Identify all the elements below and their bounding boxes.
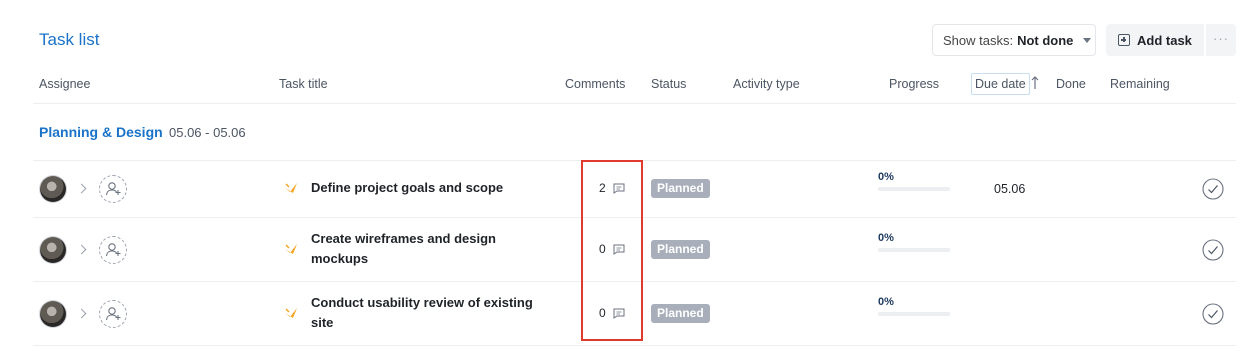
avatar[interactable] bbox=[40, 237, 66, 263]
chevron-right-icon[interactable] bbox=[76, 308, 87, 319]
group-dates: 05.06 - 05.06 bbox=[169, 125, 246, 140]
avatar[interactable] bbox=[40, 176, 66, 202]
show-tasks-dropdown[interactable]: Show tasks: Not done bbox=[932, 24, 1096, 56]
column-header-remaining[interactable]: Remaining bbox=[1110, 77, 1170, 91]
progress-value: 0% bbox=[878, 232, 894, 244]
check-circle-icon[interactable] bbox=[1202, 178, 1224, 200]
add-assignee-button[interactable] bbox=[99, 236, 127, 264]
check-circle-icon[interactable] bbox=[1202, 303, 1224, 325]
column-header-assignee[interactable]: Assignee bbox=[39, 77, 90, 91]
page-title: Task list bbox=[39, 30, 100, 49]
due-date[interactable]: 05.06 bbox=[994, 182, 1025, 196]
add-assignee-button[interactable] bbox=[99, 175, 127, 203]
column-header-progress[interactable]: Progress bbox=[889, 77, 939, 91]
column-header-status[interactable]: Status bbox=[651, 77, 686, 91]
status-badge[interactable]: Planned bbox=[651, 179, 710, 198]
show-tasks-value: Not done bbox=[1017, 32, 1074, 48]
caret-down-icon bbox=[1083, 37, 1092, 43]
status-badge[interactable]: Planned bbox=[651, 240, 710, 259]
chevron-right-icon[interactable] bbox=[76, 244, 87, 255]
column-header-comments[interactable]: Comments bbox=[565, 77, 625, 91]
more-options-button[interactable]: ··· bbox=[1206, 24, 1236, 56]
column-header-task-title[interactable]: Task title bbox=[279, 77, 328, 91]
chevron-right-icon[interactable] bbox=[76, 183, 87, 194]
avatar[interactable] bbox=[40, 301, 66, 327]
user-plus-icon bbox=[105, 182, 121, 196]
progress-bar bbox=[878, 312, 950, 316]
status-badge[interactable]: Planned bbox=[651, 304, 710, 323]
divider bbox=[33, 103, 1236, 104]
spark-icon bbox=[285, 244, 297, 254]
add-task-button[interactable]: Add task bbox=[1106, 24, 1204, 56]
progress-value: 0% bbox=[878, 171, 894, 183]
add-task-label: Add task bbox=[1137, 32, 1192, 48]
task-title[interactable]: Conduct usability review of existing sit… bbox=[311, 293, 551, 333]
plus-square-icon bbox=[1118, 34, 1130, 46]
progress-bar bbox=[878, 248, 950, 252]
divider bbox=[33, 345, 1236, 346]
spark-icon bbox=[285, 308, 297, 318]
column-header-due-date[interactable]: Due date bbox=[971, 73, 1030, 95]
check-circle-icon[interactable] bbox=[1202, 239, 1224, 261]
column-header-done[interactable]: Done bbox=[1056, 77, 1086, 91]
task-title[interactable]: Define project goals and scope bbox=[311, 178, 551, 198]
group-name[interactable]: Planning & Design bbox=[39, 124, 163, 140]
column-header-activity-type[interactable]: Activity type bbox=[733, 77, 800, 91]
arrow-up-icon[interactable] bbox=[1031, 76, 1039, 90]
show-tasks-label: Show tasks: bbox=[943, 32, 1014, 48]
progress-value: 0% bbox=[878, 296, 894, 308]
user-plus-icon bbox=[105, 243, 121, 257]
comments-highlight-box bbox=[581, 160, 643, 341]
progress-bar bbox=[878, 187, 950, 191]
spark-icon bbox=[285, 183, 297, 193]
add-assignee-button[interactable] bbox=[99, 300, 127, 328]
task-title[interactable]: Create wireframes and design mockups bbox=[311, 229, 531, 269]
user-plus-icon bbox=[105, 307, 121, 321]
